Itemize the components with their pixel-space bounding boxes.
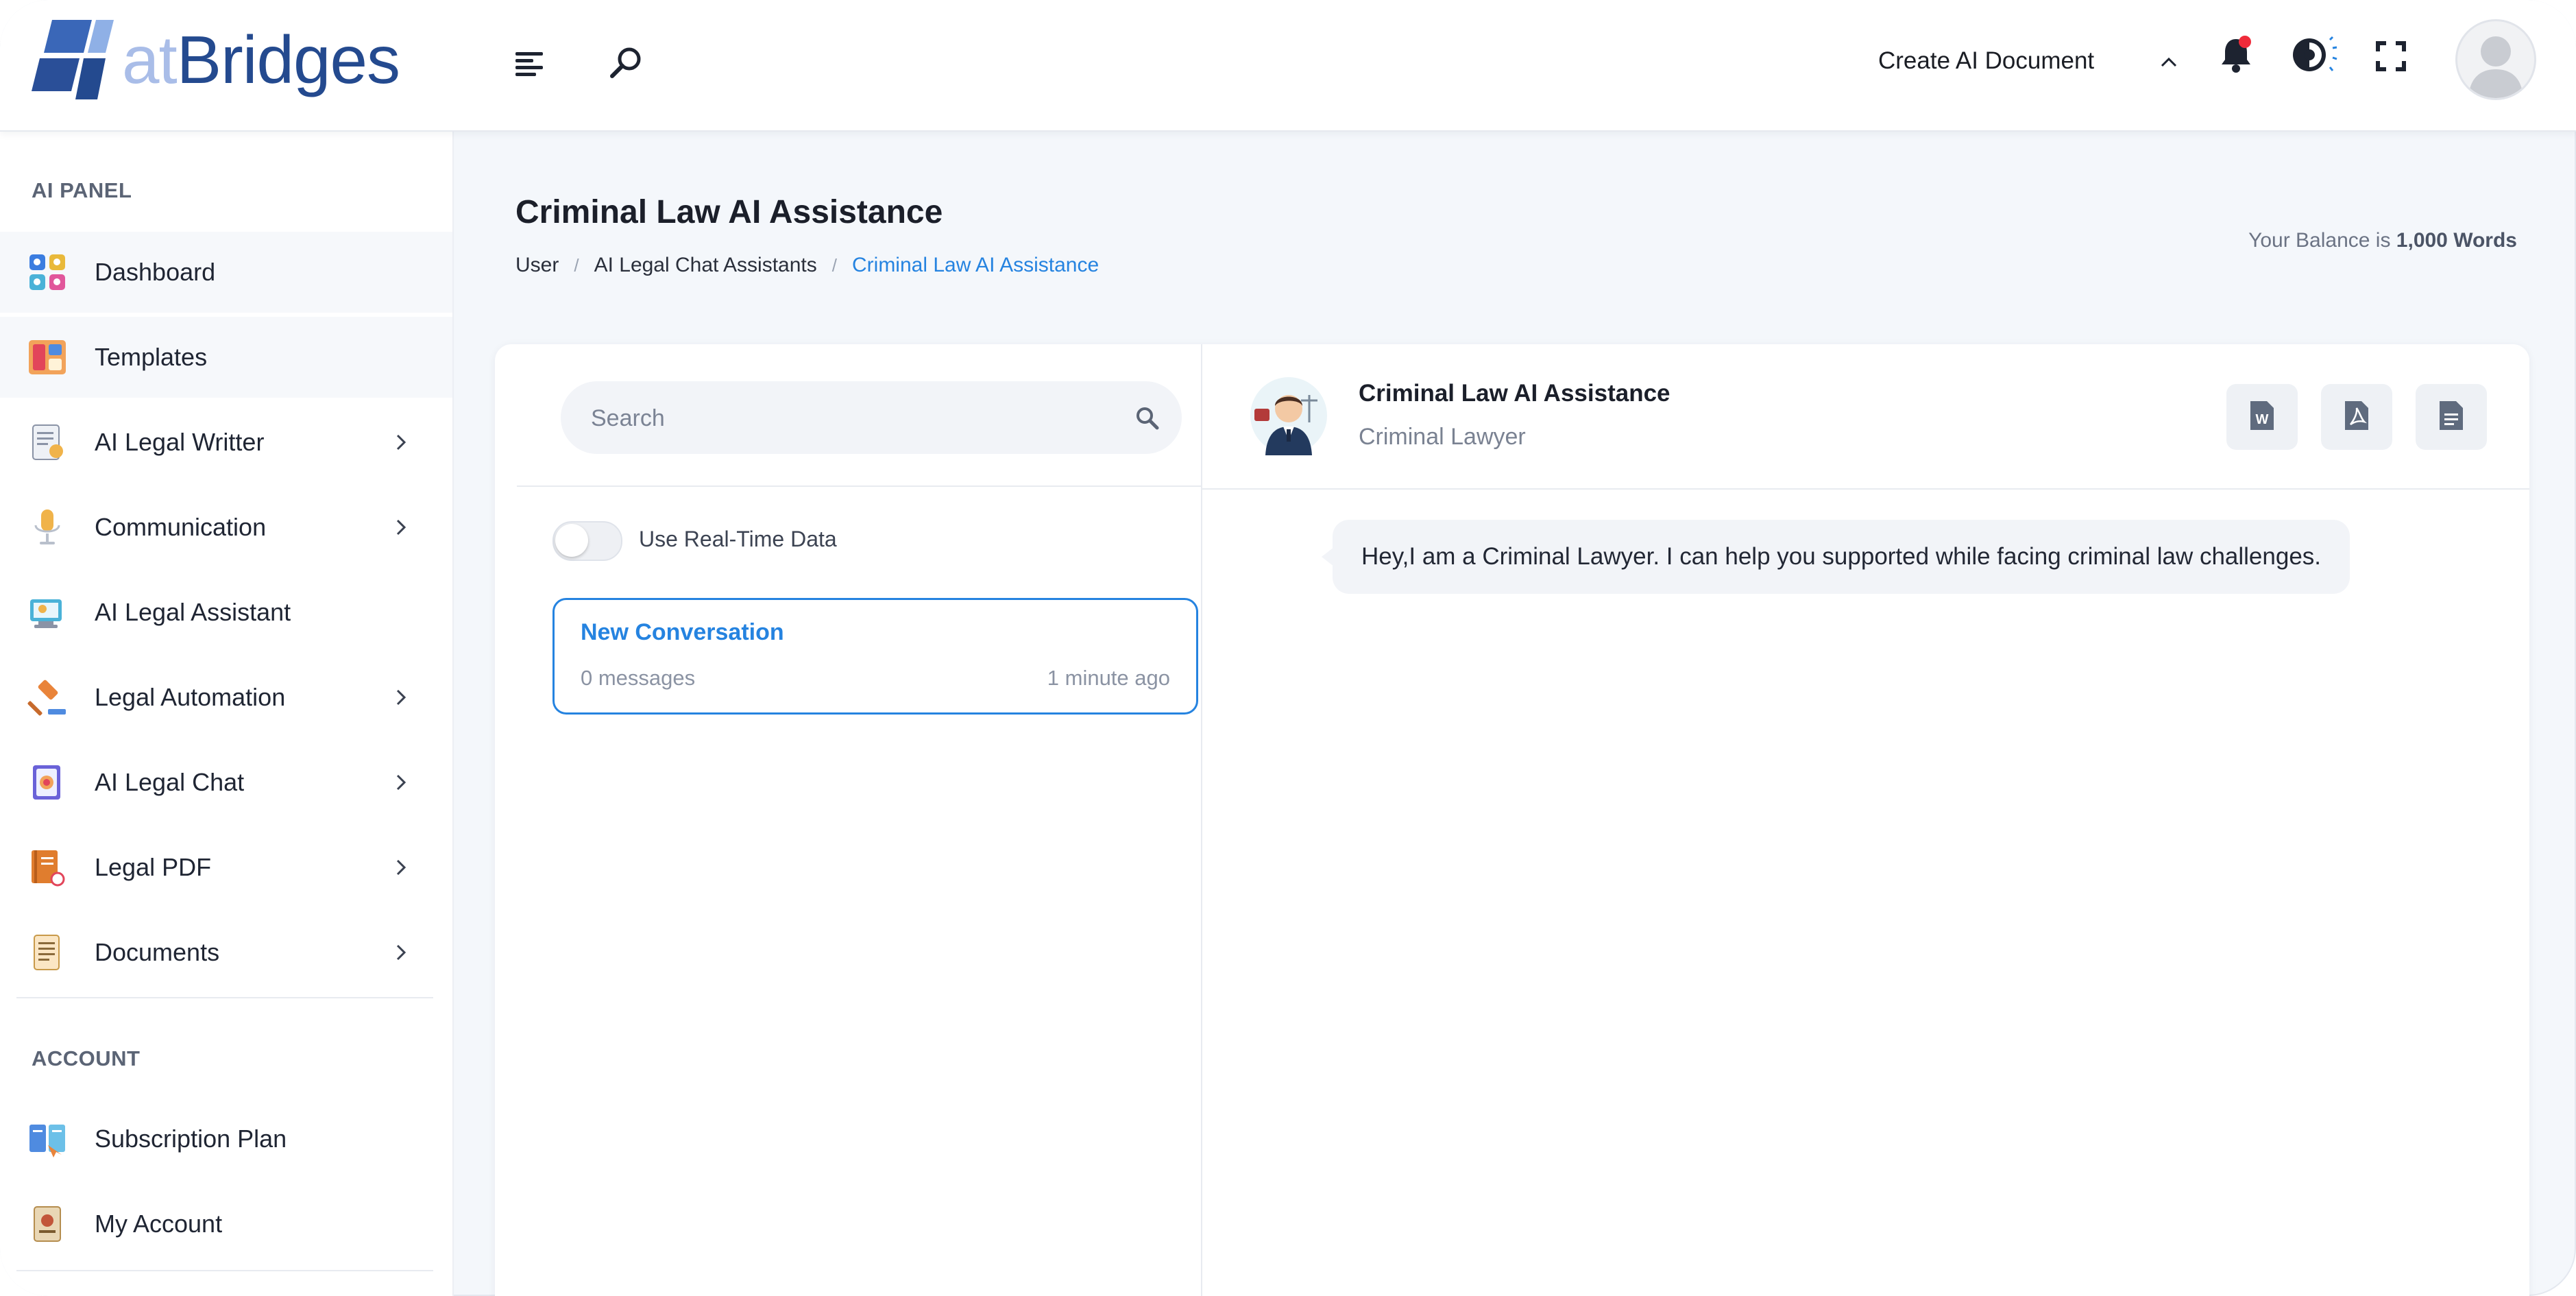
text-file-icon <box>2438 400 2464 435</box>
chevron-right-icon <box>391 942 411 963</box>
conversation-item[interactable]: New Conversation 0 messages 1 minute ago <box>552 598 1198 715</box>
sidebar-item-label: Templates <box>95 343 208 371</box>
balance-prefix: Your Balance is <box>2248 229 2391 252</box>
search-icon[interactable] <box>603 40 648 85</box>
chat-header: Criminal Law AI Assistance Criminal Lawy… <box>1202 344 2529 490</box>
realtime-data-toggle[interactable] <box>552 521 622 561</box>
breadcrumb-separator: / <box>574 254 579 276</box>
create-ai-document-button[interactable]: Create AI Document <box>1878 44 2094 78</box>
gavel-icon <box>27 677 67 717</box>
page-title: Criminal Law AI Assistance <box>515 194 943 230</box>
chevron-right-icon <box>391 687 411 708</box>
word-balance: Your Balance is 1,000 Words <box>2248 229 2517 252</box>
sidebar-item-legal-pdf[interactable]: Legal PDF <box>0 827 452 908</box>
chat-card: Use Real-Time Data New Conversation 0 me… <box>495 344 2529 1296</box>
sidebar-divider <box>16 997 433 998</box>
chevron-up-icon[interactable] <box>2154 47 2184 77</box>
conversation-search <box>561 381 1182 455</box>
export-word-button[interactable]: W <box>2226 384 2298 450</box>
sidebar-item-ai-legal-chat[interactable]: AI Legal Chat <box>0 742 452 823</box>
account-heading: ACCOUNT <box>32 1046 141 1070</box>
sidebar-item-label: AI Legal Assistant <box>95 598 291 626</box>
conversation-title: New Conversation <box>581 619 784 645</box>
breadcrumb-item-user[interactable]: User <box>515 254 559 277</box>
legal-writer-icon <box>27 422 67 462</box>
user-avatar[interactable] <box>2455 19 2536 100</box>
realtime-data-label: Use Real-Time Data <box>639 527 837 551</box>
templates-icon <box>27 337 67 377</box>
assistant-role: Criminal Lawyer <box>1359 424 1526 450</box>
sidebar: AI PANEL Dashboard Templates AI Legal Wr… <box>0 130 454 1296</box>
top-bar: atBridges Create AI Document <box>0 0 2576 132</box>
logo-text: atBridges <box>122 26 400 93</box>
sidebar-item-label: AI Legal Writter <box>95 428 265 456</box>
sidebar-item-legal-automation[interactable]: Legal Automation <box>0 657 452 738</box>
logo-mark-icon <box>30 17 117 102</box>
ai-panel-heading: AI PANEL <box>32 178 132 202</box>
assistant-name: Criminal Law AI Assistance <box>1359 380 1670 407</box>
logo[interactable]: atBridges <box>30 15 400 104</box>
sidebar-item-my-account[interactable]: My Account <box>0 1184 452 1264</box>
export-text-button[interactable] <box>2416 384 2487 450</box>
sidebar-item-label: Legal PDF <box>95 853 212 881</box>
legal-assistant-icon <box>27 592 67 632</box>
sidebar-item-label: Documents <box>95 938 220 966</box>
word-file-icon: W <box>2249 400 2275 435</box>
sidebar-divider <box>16 1270 433 1271</box>
breadcrumb-separator: / <box>831 254 837 276</box>
sidebar-item-label: Legal Automation <box>95 683 286 711</box>
dashboard-icon <box>27 252 67 292</box>
pdf-file-icon <box>2344 400 2370 435</box>
toggle-knob <box>555 524 588 557</box>
sidebar-item-label: AI Legal Chat <box>95 768 245 796</box>
sidebar-item-label: Subscription Plan <box>95 1125 287 1153</box>
breadcrumb: User / AI Legal Chat Assistants / Crimin… <box>515 254 1099 277</box>
account-icon <box>27 1204 67 1244</box>
chevron-right-icon <box>391 432 411 453</box>
logo-name: Bridges <box>176 22 400 97</box>
documents-icon <box>27 933 67 972</box>
breadcrumb-item-current: Criminal Law AI Assistance <box>852 254 1099 276</box>
pdf-book-icon <box>27 848 67 887</box>
chevron-right-icon <box>391 517 411 538</box>
conversation-message-count: 0 messages <box>581 666 696 690</box>
sidebar-item-ai-legal-writter[interactable]: AI Legal Writter <box>0 402 452 483</box>
balance-value: 1,000 Words <box>2396 229 2517 252</box>
sidebar-item-label: Communication <box>95 513 267 541</box>
svg-text:W: W <box>2256 412 2269 427</box>
subscription-icon <box>27 1119 67 1159</box>
conversation-list-pane: Use Real-Time Data New Conversation 0 me… <box>495 344 1202 1296</box>
app-window: atBridges Create AI Document AI PANEL Da… <box>0 0 2576 1296</box>
sidebar-item-label: Dashboard <box>95 258 216 286</box>
assistant-message: Hey,I am a Criminal Lawyer. I can help y… <box>1321 520 2350 594</box>
sidebar-item-ai-legal-assistant[interactable]: AI Legal Assistant <box>0 572 452 653</box>
sidebar-item-dashboard[interactable]: Dashboard <box>0 232 452 313</box>
chevron-right-icon <box>391 772 411 793</box>
sidebar-item-communication[interactable]: Communication <box>0 487 452 568</box>
search-input[interactable] <box>590 381 1113 455</box>
fullscreen-icon[interactable] <box>2370 36 2411 77</box>
lawyer-avatar-icon <box>1248 374 1330 457</box>
export-pdf-button[interactable] <box>2321 384 2392 450</box>
hamburger-icon[interactable] <box>507 41 551 85</box>
sidebar-item-label: My Account <box>95 1210 223 1238</box>
divider <box>517 485 1201 487</box>
conversation-timestamp: 1 minute ago <box>1047 666 1170 690</box>
notification-dot <box>2239 36 2251 48</box>
theme-toggle-icon[interactable] <box>2289 33 2340 77</box>
chevron-right-icon <box>391 857 411 878</box>
logo-prefix: at <box>122 22 178 97</box>
bell-icon[interactable] <box>2214 33 2258 77</box>
sidebar-item-subscription-plan[interactable]: Subscription Plan <box>0 1099 452 1179</box>
breadcrumb-item-chat-assistants[interactable]: AI Legal Chat Assistants <box>594 254 817 277</box>
sidebar-item-documents[interactable]: Documents <box>0 912 452 993</box>
sidebar-item-templates[interactable]: Templates <box>0 317 452 398</box>
search-icon[interactable] <box>1134 405 1160 431</box>
legal-chat-icon <box>27 763 67 802</box>
microphone-icon <box>27 507 67 547</box>
chat-pane: Criminal Law AI Assistance Criminal Lawy… <box>1202 344 2529 1296</box>
